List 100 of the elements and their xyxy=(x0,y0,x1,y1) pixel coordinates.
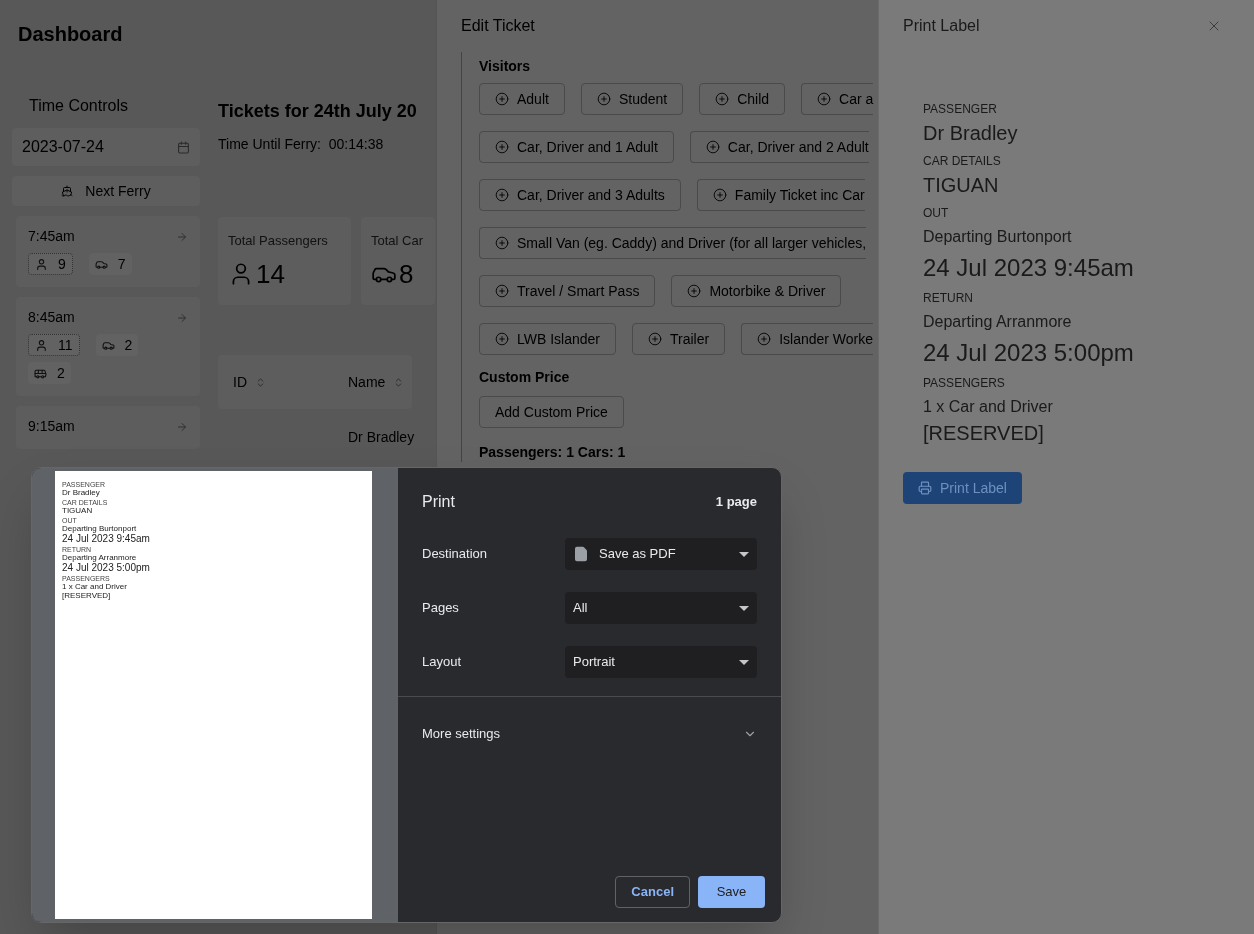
save-button[interactable]: Save xyxy=(698,876,765,908)
add-custom-price-button[interactable]: Add Custom Price xyxy=(479,396,624,428)
field-value: 1 x Car and Driver xyxy=(923,397,1054,417)
select-field[interactable]: Save as PDF xyxy=(565,538,757,570)
dropdown-icon xyxy=(739,659,749,665)
dropdown-icon xyxy=(739,605,749,611)
ferry-time: 8:45am xyxy=(28,308,75,327)
page-title: Dashboard xyxy=(18,22,123,47)
field-value: 24 Jul 2023 5:00pm xyxy=(923,338,1135,368)
count-value: 9 xyxy=(58,254,66,274)
cancel-button[interactable]: Cancel xyxy=(615,876,690,908)
field-value: TIGUAN xyxy=(923,173,1000,198)
field-value: TIGUAN xyxy=(62,507,94,515)
column-header[interactable]: Name xyxy=(348,371,386,393)
add-ticket-button[interactable]: LWB Islander xyxy=(479,323,616,355)
count-value: 2 xyxy=(57,363,65,383)
printer-icon xyxy=(918,481,932,495)
ship-icon xyxy=(61,185,74,197)
plus-icon xyxy=(495,236,509,250)
plus-icon xyxy=(495,188,509,202)
add-ticket-button[interactable]: Motorbike & Driver xyxy=(671,275,842,307)
setting-label: Destination xyxy=(422,545,488,564)
field-value: 1 x Car and Driver xyxy=(62,583,128,591)
field-value: [RESERVED] xyxy=(923,421,1045,446)
arrow-icon xyxy=(176,230,188,243)
field-value: Departing Burtonport xyxy=(62,525,138,533)
ticket-summary: Passengers: 1 Cars: 1 xyxy=(479,444,627,462)
sort-icon[interactable] xyxy=(255,376,266,388)
file-icon xyxy=(573,546,589,562)
field-label: PASSENGERS xyxy=(923,376,1006,391)
panel-title: Print Label xyxy=(903,16,980,36)
field-value: Departing Arranmore xyxy=(923,312,1073,332)
ferry-time: 9:15am xyxy=(28,417,75,436)
field-value: Dr Bradley xyxy=(62,489,101,497)
ferry-time: 7:45am xyxy=(28,227,75,246)
person-icon xyxy=(35,257,48,271)
add-ticket-button[interactable]: Travel / Smart Pass xyxy=(479,275,656,307)
section-title: Time Controls xyxy=(28,96,129,116)
countdown-text: Time Until Ferry: 00:14:38 xyxy=(218,135,385,154)
plus-icon xyxy=(705,140,720,154)
field-label: RETURN xyxy=(923,291,974,306)
add-ticket-button[interactable]: Small Van (eg. Caddy) and Driver (for all larger vehicles, xyxy=(479,227,867,259)
add-ticket-button[interactable]: Car a xyxy=(801,83,874,115)
count-value: 11 xyxy=(58,335,73,355)
add-ticket-button[interactable]: Car, Driver and 1 Adult xyxy=(479,131,674,163)
field-label: PASSENGER xyxy=(923,102,998,117)
setting-label: Layout xyxy=(422,653,462,672)
add-ticket-button[interactable]: Student xyxy=(580,83,684,115)
arrow-icon xyxy=(176,420,188,433)
arrow-icon xyxy=(176,311,188,324)
setting-label: Pages xyxy=(422,599,459,618)
add-ticket-button[interactable]: Car, Driver and 3 Adults xyxy=(479,179,681,211)
plus-icon xyxy=(757,332,772,346)
dropdown-icon xyxy=(739,551,749,557)
field-value: [RESERVED] xyxy=(62,592,112,600)
plus-icon xyxy=(495,140,509,154)
ferry-card[interactable]: 8:45am 11 2 2 xyxy=(16,297,200,396)
plus-icon xyxy=(495,92,509,106)
stat-value: 14 xyxy=(256,257,285,291)
ferry-card[interactable]: 9:15am xyxy=(16,406,200,449)
plus-icon xyxy=(687,284,702,298)
plus-icon xyxy=(495,284,509,298)
field-value: 24 Jul 2023 9:45am xyxy=(923,253,1135,283)
ferry-card[interactable]: 7:45am 9 7 xyxy=(16,216,200,287)
select-field[interactable]: Portrait xyxy=(565,646,757,678)
field-value: Dr Bradley xyxy=(923,121,1019,146)
add-ticket-button[interactable]: Family Ticket inc Car xyxy=(696,179,865,211)
print-label-button[interactable]: Print Label xyxy=(903,472,1022,504)
add-ticket-button[interactable]: Adult xyxy=(479,83,565,115)
add-ticket-button[interactable]: Child xyxy=(699,83,786,115)
panel-title: Edit Ticket xyxy=(461,16,535,36)
count-value: 7 xyxy=(117,254,126,274)
stat-label: Total Car xyxy=(371,232,425,250)
select-field[interactable]: All xyxy=(565,592,757,624)
page-count: 1 page xyxy=(715,493,757,512)
plus-icon xyxy=(817,92,832,106)
add-ticket-button[interactable]: Car, Driver and 2 Adult xyxy=(689,131,869,163)
field-label: CAR DETAILS xyxy=(923,154,1002,169)
person-icon xyxy=(35,338,48,352)
add-ticket-button[interactable]: Trailer xyxy=(632,323,726,355)
next-ferry-button[interactable]: Next Ferry xyxy=(12,176,200,206)
plus-icon xyxy=(648,332,662,346)
section-title: Custom Price xyxy=(479,368,571,387)
field-value: Departing Burtonport xyxy=(923,227,1073,247)
field-value: 24 Jul 2023 5:00pm xyxy=(62,563,151,573)
plus-icon xyxy=(715,92,730,106)
more-settings-toggle[interactable]: More settings xyxy=(398,697,781,771)
date-field[interactable]: 2023-07-24 xyxy=(12,128,200,166)
plus-icon xyxy=(596,92,611,106)
calendar-icon xyxy=(177,140,190,154)
add-ticket-button[interactable]: Islander Worke xyxy=(741,323,874,355)
stat-value: 8 xyxy=(399,257,414,291)
tickets-heading: Tickets for 24th July 20 xyxy=(218,100,418,123)
field-value: 24 Jul 2023 9:45am xyxy=(62,534,151,544)
plus-icon xyxy=(712,188,727,202)
plus-icon xyxy=(495,332,509,346)
column-header[interactable]: ID xyxy=(233,371,247,393)
stat-label: Total Passengers xyxy=(228,232,329,250)
count-value: 2 xyxy=(124,335,133,355)
dialog-title: Print xyxy=(422,492,455,512)
